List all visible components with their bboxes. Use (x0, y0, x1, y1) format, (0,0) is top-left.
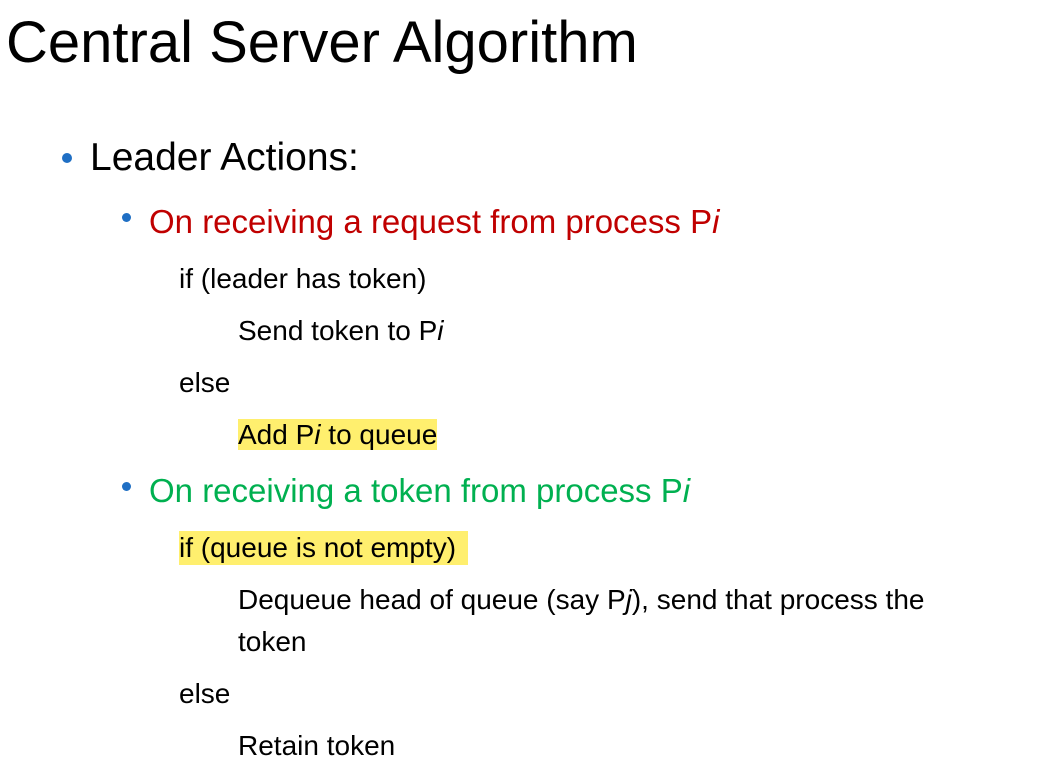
bullet-dot-icon (122, 213, 131, 222)
request-send-line: Send token to Pi (238, 315, 444, 346)
bullet-dot-icon (62, 153, 72, 163)
token-heading: On receiving a token from process Pi (149, 472, 691, 509)
request-heading: On receiving a request from process Pi (149, 203, 720, 240)
token-retain-line: Retain token (238, 730, 396, 761)
slide-title: Central Server Algorithm (6, 10, 638, 75)
bullet-dot-icon (122, 482, 131, 491)
leader-actions-label: Leader Actions: (90, 136, 359, 179)
token-else-line: else (179, 678, 231, 709)
slide: Central Server Algorithm Leader Actions:… (0, 0, 1053, 777)
token-dequeue-continuation: token (238, 626, 307, 657)
highlighted-text: Add Pi to queue (238, 419, 438, 450)
request-add-line: Add Pi to queue (238, 418, 438, 452)
request-else-line: else (179, 367, 231, 398)
highlighted-text: if (queue is not empty) (179, 531, 469, 565)
token-if-line: if (queue is not empty) (179, 531, 469, 565)
token-dequeue-line: Dequeue head of queue (say Pj), send tha… (238, 584, 925, 615)
request-if-line: if (leader has token) (179, 263, 427, 294)
